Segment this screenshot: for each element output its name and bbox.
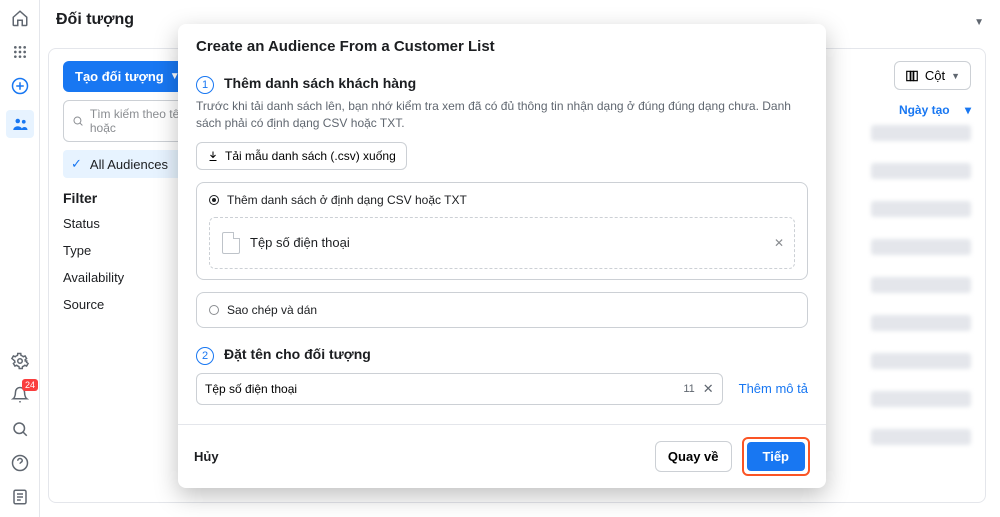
- step-1: 1 Thêm danh sách khách hàng: [196, 75, 808, 94]
- table-row: [871, 391, 971, 407]
- left-nav-rail: 24: [0, 0, 40, 517]
- table-row: [871, 429, 971, 445]
- step-number-icon: 2: [196, 347, 214, 365]
- radio-selected-icon: [209, 195, 219, 205]
- account-dropdown[interactable]: ▼: [974, 13, 984, 28]
- table-row: [871, 277, 971, 293]
- create-audience-label: Tạo đối tượng: [75, 69, 164, 84]
- date-column-header[interactable]: Ngày tạo ▾: [899, 103, 971, 117]
- audience-name-input[interactable]: [205, 382, 683, 396]
- next-button[interactable]: Tiếp: [747, 442, 806, 471]
- audiences-icon[interactable]: [6, 110, 34, 138]
- next-button-highlight: Tiếp: [742, 437, 811, 476]
- table-row: [871, 201, 971, 217]
- cancel-button[interactable]: Hủy: [194, 449, 219, 464]
- create-icon[interactable]: [10, 76, 30, 96]
- modal-footer: Hủy Quay về Tiếp: [178, 424, 826, 488]
- table-rows-blurred: [871, 125, 971, 445]
- table-row: [871, 163, 971, 179]
- modal-body: 1 Thêm danh sách khách hàng Trước khi tả…: [178, 65, 826, 424]
- apps-icon[interactable]: [10, 42, 30, 62]
- radio-unselected-icon: [209, 305, 219, 315]
- back-button[interactable]: Quay về: [655, 441, 732, 472]
- step-2: 2 Đặt tên cho đối tượng: [196, 346, 808, 365]
- file-name-label: Tệp số điện thoại: [250, 235, 350, 250]
- create-audience-button[interactable]: Tạo đối tượng ▼: [63, 61, 192, 92]
- columns-button[interactable]: Cột ▼: [894, 61, 971, 90]
- search-icon: [72, 115, 84, 127]
- step-number-icon: 1: [196, 76, 214, 94]
- modal-title: Create an Audience From a Customer List: [196, 38, 808, 55]
- paste-option-label: Sao chép và dán: [227, 303, 317, 317]
- download-template-button[interactable]: Tải mẫu danh sách (.csv) xuống: [196, 142, 407, 170]
- all-audiences-label: All Audiences: [90, 157, 168, 172]
- reports-icon[interactable]: [10, 487, 30, 507]
- sort-icon: ▾: [965, 103, 971, 117]
- add-description-link[interactable]: Thêm mô tả: [739, 381, 808, 396]
- home-icon[interactable]: [10, 8, 30, 28]
- char-count: 11: [683, 383, 694, 395]
- notification-badge: 24: [22, 379, 38, 391]
- step-2-title: Đặt tên cho đối tượng: [224, 346, 808, 362]
- chevron-down-icon: ▼: [951, 71, 960, 81]
- table-row: [871, 353, 971, 369]
- table-row: [871, 239, 971, 255]
- page-title: Đối tượng: [56, 11, 134, 29]
- create-audience-modal: Create an Audience From a Customer List …: [178, 24, 826, 488]
- table-row: [871, 315, 971, 331]
- check-icon: ✓: [71, 156, 82, 172]
- remove-file-button[interactable]: ✕: [774, 236, 784, 250]
- table-row: [871, 125, 971, 141]
- step-1-title: Thêm danh sách khách hàng: [224, 75, 808, 91]
- download-icon: [207, 150, 219, 162]
- settings-icon[interactable]: [10, 351, 30, 371]
- file-icon: [222, 232, 240, 254]
- upload-csv-label: Thêm danh sách ở định dạng CSV hoặc TXT: [227, 193, 467, 207]
- search-icon[interactable]: [10, 419, 30, 439]
- upload-csv-option[interactable]: Thêm danh sách ở định dạng CSV hoặc TXT …: [196, 182, 808, 280]
- paste-option[interactable]: Sao chép và dán: [196, 292, 808, 328]
- clear-input-button[interactable]: ✕: [703, 381, 714, 397]
- columns-icon: [905, 69, 919, 83]
- step-1-description: Trước khi tải danh sách lên, bạn nhớ kiể…: [196, 98, 808, 132]
- modal-header: Create an Audience From a Customer List: [178, 24, 826, 65]
- chevron-down-icon: ▼: [974, 17, 984, 28]
- help-icon[interactable]: [10, 453, 30, 473]
- file-dropzone[interactable]: Tệp số điện thoại ✕: [209, 217, 795, 269]
- audience-name-input-wrap: 11 ✕: [196, 373, 723, 405]
- notifications-icon[interactable]: 24: [10, 385, 30, 405]
